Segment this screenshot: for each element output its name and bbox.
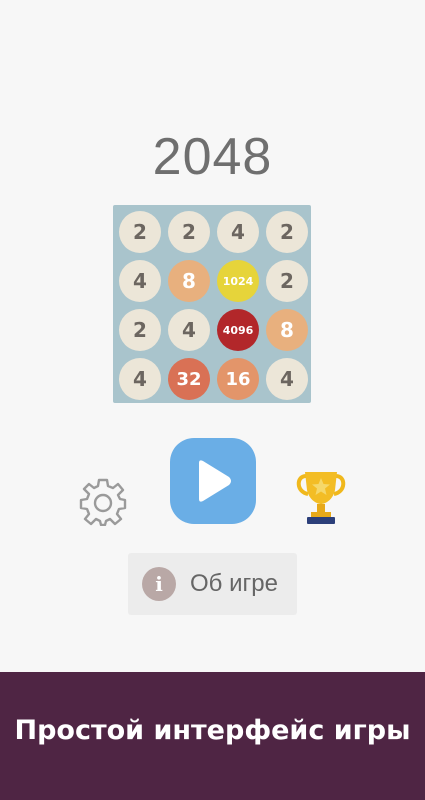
board-tile: 2: [119, 211, 161, 253]
leaderboard-button[interactable]: [294, 468, 348, 526]
gear-icon: [79, 478, 127, 527]
board-tile: 4: [168, 309, 210, 351]
board-tile: 4: [119, 358, 161, 400]
board-tile: 1024: [217, 260, 259, 302]
board-tile: 8: [266, 309, 308, 351]
board-tile: 2: [266, 260, 308, 302]
about-label: Об игре: [190, 570, 278, 597]
board-tile: 2: [119, 309, 161, 351]
board-tile: 32: [168, 358, 210, 400]
board-tile: 4: [266, 358, 308, 400]
settings-button[interactable]: [78, 476, 128, 527]
game-title: 2048: [152, 128, 273, 186]
board-tile: 4: [217, 211, 259, 253]
banner-caption: Простой интерфейс игры: [14, 715, 411, 746]
info-icon: i: [142, 567, 176, 601]
board-tile: 4: [119, 260, 161, 302]
board-tile: 2: [266, 211, 308, 253]
board-tile: 2: [168, 211, 210, 253]
play-button[interactable]: [170, 438, 256, 524]
play-icon: [199, 460, 231, 502]
board-tile: 8: [168, 260, 210, 302]
board-tile: 4096: [217, 309, 259, 351]
trophy-icon: [296, 472, 346, 524]
board-tile: 16: [217, 358, 259, 400]
game-board[interactable]: 2 2 4 2 4 8 1024 2 2 4 4096 8 4 32 16 4: [113, 205, 311, 403]
about-button[interactable]: i Об игре: [128, 553, 297, 615]
